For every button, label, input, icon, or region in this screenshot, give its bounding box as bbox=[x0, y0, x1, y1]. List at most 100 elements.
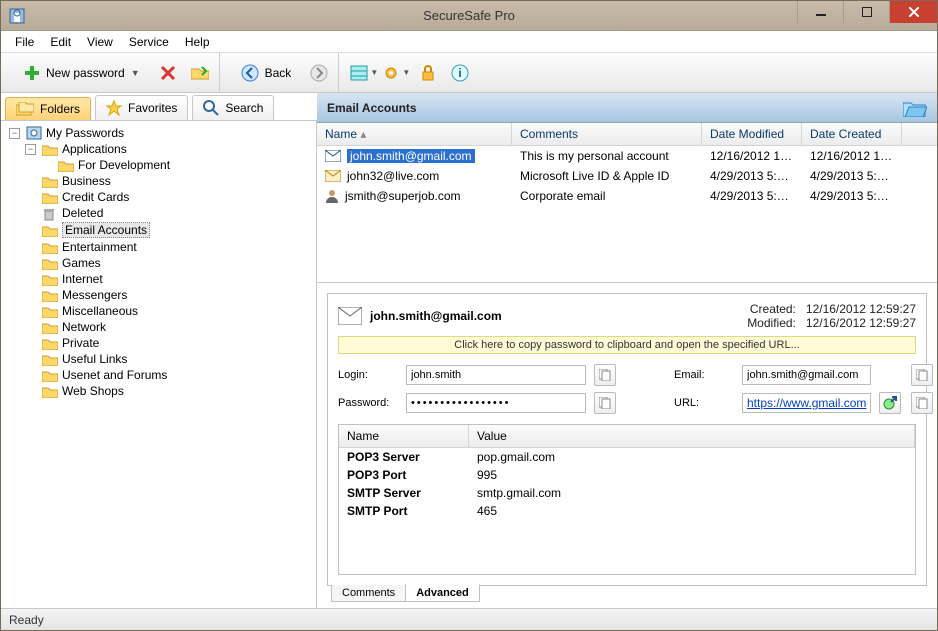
folder-arrow-icon bbox=[191, 65, 209, 81]
collapse-icon[interactable]: − bbox=[9, 128, 20, 139]
menu-file[interactable]: File bbox=[7, 33, 42, 51]
list-body[interactable]: john.smith@gmail.com This is my personal… bbox=[317, 146, 937, 282]
tree-credit-cards[interactable]: Credit Cards bbox=[23, 189, 314, 205]
lock-button[interactable] bbox=[415, 60, 441, 86]
mail-icon bbox=[325, 170, 341, 182]
copy-password-button[interactable] bbox=[594, 392, 616, 414]
kv-row[interactable]: POP3 Port995 bbox=[339, 466, 915, 484]
copy-url-button[interactable] bbox=[911, 392, 933, 414]
folder-tree[interactable]: − My Passwords − Applications bbox=[1, 121, 317, 608]
tree-network[interactable]: Network bbox=[23, 319, 314, 335]
detail-tabs: Comments Advanced bbox=[327, 585, 927, 607]
email-input[interactable] bbox=[742, 365, 871, 385]
collapse-icon[interactable]: − bbox=[25, 144, 36, 155]
col-created[interactable]: Date Created bbox=[802, 123, 902, 145]
tree-entertainment[interactable]: Entertainment bbox=[23, 239, 314, 255]
delete-button[interactable] bbox=[155, 60, 181, 86]
tree-email-accounts[interactable]: Email Accounts bbox=[23, 221, 314, 239]
window-title: SecureSafe Pro bbox=[423, 8, 515, 23]
tree-applications[interactable]: − Applications bbox=[23, 141, 314, 157]
login-input[interactable] bbox=[406, 365, 586, 385]
forward-button[interactable] bbox=[306, 60, 332, 86]
folder-icon bbox=[42, 273, 58, 286]
folder-open-icon[interactable] bbox=[903, 99, 927, 117]
tree-miscellaneous[interactable]: Miscellaneous bbox=[23, 303, 314, 319]
tab-comments[interactable]: Comments bbox=[331, 585, 406, 602]
folder-icon bbox=[42, 337, 58, 350]
url-link[interactable]: https://www.gmail.com bbox=[747, 396, 866, 410]
menu-edit[interactable]: Edit bbox=[42, 33, 79, 51]
col-name[interactable]: Name ▴ bbox=[317, 123, 512, 145]
copy-icon bbox=[599, 369, 611, 381]
menu-help[interactable]: Help bbox=[177, 33, 218, 51]
kv-col-value[interactable]: Value bbox=[469, 425, 915, 447]
folder-icon bbox=[42, 289, 58, 302]
plus-icon bbox=[24, 65, 40, 81]
detail-title: john.smith@gmail.com bbox=[338, 307, 502, 325]
grid-icon bbox=[350, 65, 368, 81]
gear-icon bbox=[382, 64, 400, 82]
tree-internet[interactable]: Internet bbox=[23, 271, 314, 287]
folder-icon bbox=[42, 224, 58, 237]
tree-deleted[interactable]: Deleted bbox=[23, 205, 314, 221]
tree-useful-links[interactable]: Useful Links bbox=[23, 351, 314, 367]
list-row[interactable]: john32@live.com Microsoft Live ID & Appl… bbox=[317, 166, 937, 186]
copy-icon bbox=[916, 397, 928, 409]
copy-login-button[interactable] bbox=[594, 364, 616, 386]
maximize-button[interactable] bbox=[843, 1, 889, 23]
menubar: File Edit View Service Help bbox=[1, 31, 937, 53]
tree-web-shops[interactable]: Web Shops bbox=[23, 383, 314, 399]
mail-icon bbox=[338, 307, 362, 325]
copy-password-bar[interactable]: Click here to copy password to clipboard… bbox=[338, 336, 916, 354]
menu-service[interactable]: Service bbox=[121, 33, 177, 51]
settings-button[interactable]: ▼ bbox=[383, 60, 409, 86]
tree-usenet-and-forums[interactable]: Usenet and Forums bbox=[23, 367, 314, 383]
kv-row[interactable]: SMTP Port465 bbox=[339, 502, 915, 520]
app-window: SecureSafe Pro File Edit View Service He… bbox=[0, 0, 938, 631]
copy-icon bbox=[916, 369, 928, 381]
tab-favorites[interactable]: Favorites bbox=[95, 95, 188, 120]
tab-folders[interactable]: Folders bbox=[5, 97, 91, 120]
svg-text:i: i bbox=[459, 66, 462, 80]
x-icon bbox=[160, 65, 176, 81]
open-url-button[interactable] bbox=[879, 392, 901, 414]
close-button[interactable] bbox=[889, 1, 937, 23]
new-password-button[interactable]: New password ▼ bbox=[15, 60, 149, 86]
kv-col-name[interactable]: Name bbox=[339, 425, 469, 447]
tree-root[interactable]: − My Passwords bbox=[7, 125, 314, 141]
chevron-down-icon: ▼ bbox=[131, 68, 140, 78]
tree-for-development[interactable]: For Development bbox=[39, 157, 314, 173]
chevron-down-icon: ▼ bbox=[402, 68, 410, 77]
minimize-button[interactable] bbox=[797, 1, 843, 23]
globe-arrow-icon bbox=[883, 396, 897, 410]
window-buttons bbox=[797, 1, 937, 23]
tab-search[interactable]: Search bbox=[192, 95, 274, 120]
kv-row[interactable]: SMTP Serversmtp.gmail.com bbox=[339, 484, 915, 502]
col-modified[interactable]: Date Modified bbox=[702, 123, 802, 145]
tree-private[interactable]: Private bbox=[23, 335, 314, 351]
url-field[interactable]: https://www.gmail.com bbox=[742, 393, 871, 413]
folder-icon bbox=[42, 241, 58, 254]
password-input[interactable] bbox=[406, 393, 586, 413]
copy-icon bbox=[599, 397, 611, 409]
export-button[interactable] bbox=[187, 60, 213, 86]
layout-button[interactable]: ▼ bbox=[351, 60, 377, 86]
arrow-left-icon bbox=[241, 64, 259, 82]
tree-games[interactable]: Games bbox=[23, 255, 314, 271]
kv-row[interactable]: POP3 Serverpop.gmail.com bbox=[339, 448, 915, 466]
list-row[interactable]: jsmith@superjob.com Corporate email 4/29… bbox=[317, 186, 937, 206]
tree-messengers[interactable]: Messengers bbox=[23, 287, 314, 303]
menu-view[interactable]: View bbox=[79, 33, 121, 51]
mail-icon bbox=[325, 150, 341, 162]
tab-advanced[interactable]: Advanced bbox=[405, 584, 480, 602]
titlebar[interactable]: SecureSafe Pro bbox=[1, 1, 937, 31]
folder-icon bbox=[42, 143, 58, 156]
list-row[interactable]: john.smith@gmail.com This is my personal… bbox=[317, 146, 937, 166]
info-button[interactable]: i bbox=[447, 60, 473, 86]
copy-email-button[interactable] bbox=[911, 364, 933, 386]
col-comments[interactable]: Comments bbox=[512, 123, 702, 145]
tree-business[interactable]: Business bbox=[23, 173, 314, 189]
back-button[interactable]: Back bbox=[232, 59, 301, 87]
safe-icon bbox=[26, 126, 42, 140]
content-area: Folders Favorites Search − My Passwords bbox=[1, 93, 937, 608]
